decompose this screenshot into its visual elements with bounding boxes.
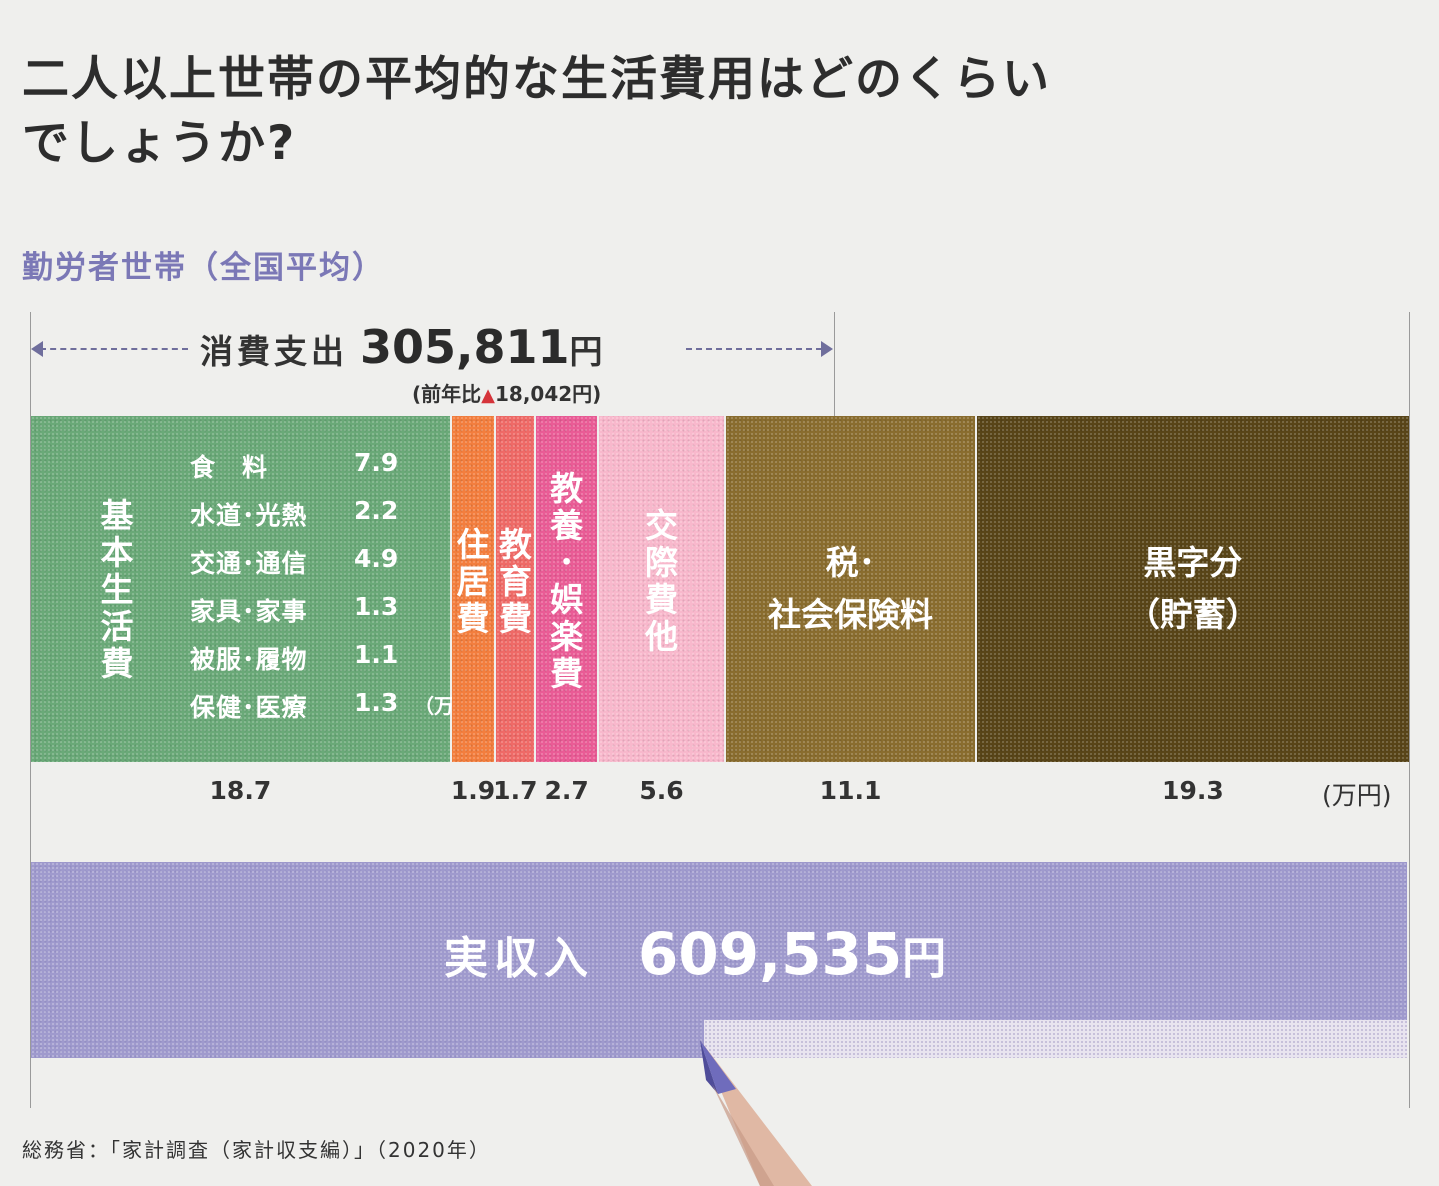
segment-value-7: 19.3 <box>1162 776 1224 805</box>
segment-value-4: 2.7 <box>544 776 589 805</box>
spending-label: 消費支出 <box>200 332 348 371</box>
values-unit-label: (万円) <box>1322 781 1392 810</box>
segment-label-3: 教育費 <box>498 525 532 638</box>
title-line-1: 二人以上世帯の平均的な生活費用はどのくらい <box>22 52 1051 107</box>
income-label: 実収入 609,535円 <box>444 920 946 988</box>
breakdown-value: 7.9 <box>354 448 399 477</box>
segment-label-2: 住居費 <box>456 525 490 638</box>
breakdown-name: 家具･家事 <box>190 597 308 626</box>
breakdown-name: 保健･医療 <box>190 693 308 722</box>
segment-label-4: 教養･娯楽費 <box>550 469 584 693</box>
segment-value-5: 5.6 <box>639 776 684 805</box>
breakdown-name: 被服･履物 <box>190 645 308 674</box>
segment-label-7: 黒字分 （貯蓄） <box>1126 543 1259 634</box>
page-title: 二人以上世帯の平均的な生活費用はどのくらい でしょうか? <box>22 48 1051 176</box>
source-note: 総務省：「家計調査（家計収支編）」（2020年） <box>22 1138 491 1162</box>
spending-diff: (前年比▲18,042円) <box>412 378 601 407</box>
pencil-illustration <box>700 1040 812 1186</box>
breakdown-value: 1.1 <box>354 640 399 669</box>
spend-arrow-right-head <box>821 341 833 357</box>
spend-end-guide-line <box>834 312 835 418</box>
spend-arrow-right-line <box>686 348 822 350</box>
spending-value: 305,811 <box>360 320 570 374</box>
breakdown-value: 4.9 <box>354 544 399 573</box>
segment-label-6: 税･ 社会保険料 <box>768 543 934 634</box>
breakdown-value: 1.3 <box>354 688 399 717</box>
right-guide-line <box>1409 312 1410 1108</box>
decrease-triangle-icon: ▲ <box>481 385 495 406</box>
income-unit: 円 <box>902 933 947 984</box>
spending-unit: 円 <box>569 332 603 371</box>
income-value: 609,535 <box>638 920 903 988</box>
title-line-2: でしょうか? <box>22 116 297 171</box>
breakdown-value: 1.3 <box>354 592 399 621</box>
income-name: 実収入 <box>444 933 594 984</box>
spending-header: 消費支出 305,811円 <box>200 320 670 374</box>
spending-diff-value: 18,042円) <box>494 382 602 406</box>
spend-arrow-left-head <box>31 341 43 357</box>
breakdown-name: 交通･通信 <box>190 549 308 578</box>
spending-diff-prefix: (前年比 <box>412 382 482 406</box>
section-subtitle: 勤労者世帯（全国平均） <box>22 250 385 286</box>
breakdown-value: 2.2 <box>354 496 399 525</box>
spend-arrow-left-line <box>40 348 188 350</box>
segment-value-6: 11.1 <box>819 776 882 805</box>
segment-value-1: 18.7 <box>209 776 272 805</box>
breakdown-name: 食 料 <box>190 453 269 482</box>
segment-label-5: 交際費他 <box>645 506 679 656</box>
breakdown-name: 水道･光熱 <box>190 501 308 530</box>
segment-label-1: 基本生活費 <box>100 495 134 683</box>
